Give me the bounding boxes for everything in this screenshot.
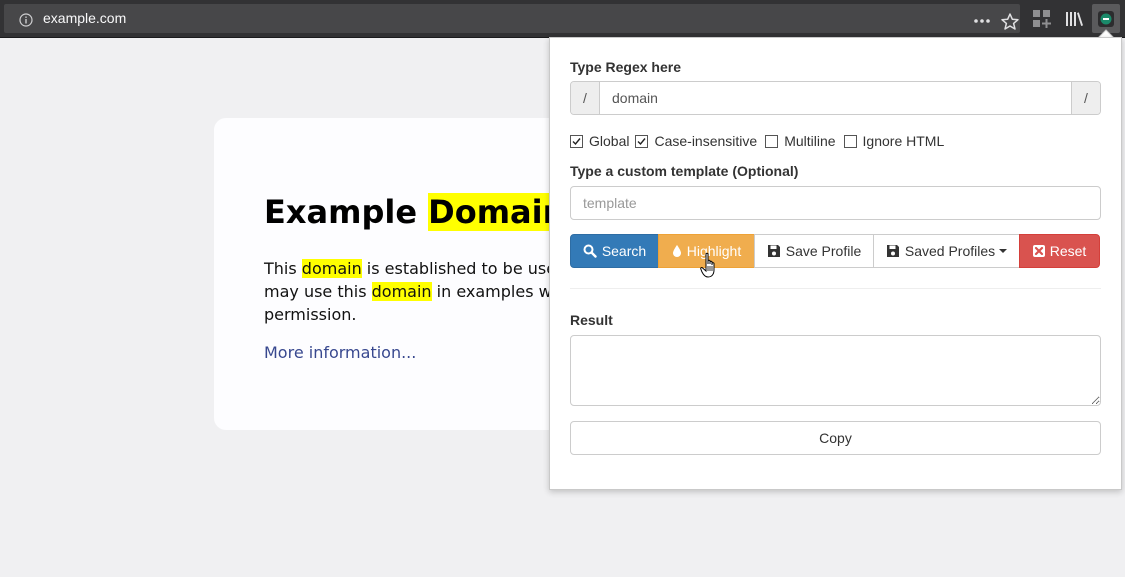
profiles-icon (886, 245, 899, 257)
reset-button-label: Reset (1049, 243, 1087, 259)
text-fragment: This (264, 259, 302, 278)
multiline-checkbox[interactable] (765, 134, 779, 148)
template-input[interactable] (570, 186, 1101, 220)
more-dots-icon[interactable] (972, 14, 992, 28)
search-button[interactable]: Search (570, 234, 659, 268)
info-icon[interactable] (19, 13, 33, 27)
bookmark-star-icon[interactable] (1000, 12, 1020, 32)
text-fragment: permission. (264, 305, 357, 324)
regex-popup: Type Regex here / / Global Case-insensit… (549, 37, 1122, 490)
library-icon[interactable] (1063, 8, 1085, 30)
ignore-html-label[interactable]: Ignore HTML (863, 133, 945, 149)
caret-down-icon (999, 249, 1008, 253)
container-icon[interactable] (1031, 8, 1053, 30)
text-fragment: may use this (264, 282, 372, 301)
hand-cursor-icon (700, 252, 715, 278)
extension-icon (1098, 11, 1114, 27)
more-information-link[interactable]: More information... (264, 343, 416, 362)
template-label: Type a custom template (Optional) (570, 163, 799, 179)
regex-prefix: / (571, 82, 600, 114)
copy-button[interactable]: Copy (570, 421, 1101, 455)
search-button-label: Search (601, 243, 647, 259)
check-icon (572, 137, 581, 145)
flag-checkboxes: Global Case-insensitive Multiline Ignore… (570, 133, 950, 149)
browser-toolbar: example.com (0, 0, 1125, 38)
drop-icon (672, 245, 681, 257)
regex-input[interactable] (600, 82, 1071, 114)
saved-profiles-label: Saved Profiles (904, 243, 996, 259)
multiline-label[interactable]: Multiline (784, 133, 835, 149)
global-label[interactable]: Global (589, 133, 629, 149)
regex-input-group: / / (570, 81, 1101, 115)
ignore-html-checkbox[interactable] (843, 134, 857, 148)
divider (570, 288, 1101, 289)
page-title: Example Domain (264, 191, 566, 234)
text-highlight: domain (371, 282, 432, 301)
regex-suffix: / (1071, 82, 1100, 114)
action-buttons: Search Highlight Save Profile Saved Prof… (570, 234, 1100, 269)
close-icon (1032, 245, 1045, 257)
save-profile-label: Save Profile (785, 243, 862, 259)
search-icon (583, 244, 597, 258)
result-label: Result (570, 312, 613, 328)
result-textarea[interactable] (570, 335, 1101, 406)
url-text[interactable]: example.com (43, 10, 126, 26)
title-text: Example (264, 193, 429, 231)
save-profile-button[interactable]: Save Profile (754, 234, 874, 268)
regex-label: Type Regex here (570, 59, 682, 75)
reset-button[interactable]: Reset (1019, 234, 1100, 268)
case-insensitive-label[interactable]: Case-insensitive (654, 133, 757, 149)
title-highlight: Domain (428, 193, 566, 231)
saved-profiles-dropdown[interactable]: Saved Profiles (873, 234, 1020, 268)
save-icon (767, 245, 780, 257)
text-highlight: domain (301, 259, 362, 278)
check-icon (637, 137, 647, 145)
global-checkbox[interactable] (570, 134, 583, 148)
case-insensitive-checkbox[interactable] (635, 134, 649, 148)
url-bar[interactable]: example.com (4, 4, 1020, 33)
